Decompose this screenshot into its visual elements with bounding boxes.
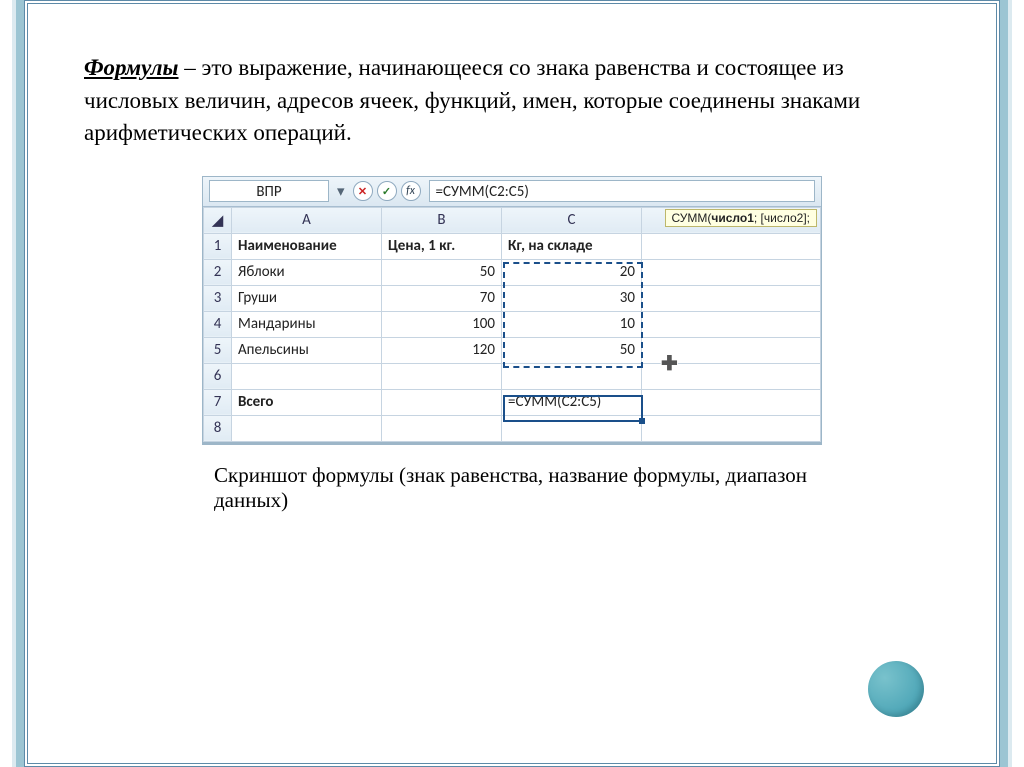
table-row: 2 Яблоки 50 20 xyxy=(204,259,821,285)
slide-left-border xyxy=(0,0,24,767)
table-row: 5 Апельсины 120 50 xyxy=(204,337,821,363)
col-header-B[interactable]: B xyxy=(382,207,502,233)
table-heading[interactable]: Наименование xyxy=(232,233,382,259)
accept-icon[interactable]: ✓ xyxy=(377,181,397,201)
cell[interactable]: 10 xyxy=(502,311,642,337)
cancel-icon[interactable]: ✕ xyxy=(353,181,373,201)
formula-input[interactable]: =СУММ(C2:C5) xyxy=(429,180,815,202)
cell[interactable]: 100 xyxy=(382,311,502,337)
cell[interactable]: Апельсины xyxy=(232,337,382,363)
table-row: 4 Мандарины 100 10 xyxy=(204,311,821,337)
formula-bar: ВПР ▾ ✕ ✓ fx =СУММ(C2:C5) xyxy=(203,177,821,207)
cell[interactable]: 50 xyxy=(502,337,642,363)
table-heading[interactable]: Кг, на складе xyxy=(502,233,642,259)
fill-handle[interactable] xyxy=(639,418,645,424)
table-heading[interactable]: Цена, 1 кг. xyxy=(382,233,502,259)
cursor-plus-icon: ✚ xyxy=(661,351,678,376)
cell[interactable]: 70 xyxy=(382,285,502,311)
cell[interactable]: Груши xyxy=(232,285,382,311)
total-label-cell[interactable]: Всего xyxy=(232,389,382,415)
name-box[interactable]: ВПР xyxy=(209,180,329,202)
cell[interactable]: Мандарины xyxy=(232,311,382,337)
cell[interactable]: 120 xyxy=(382,337,502,363)
select-all-corner[interactable]: ◢ xyxy=(204,207,232,233)
definition-paragraph: Формулы – это выражение, начинающееся со… xyxy=(84,52,940,150)
excel-screenshot: ВПР ▾ ✕ ✓ fx =СУММ(C2:C5) СУММ(число1; [… xyxy=(202,176,822,445)
col-header-A[interactable]: A xyxy=(232,207,382,233)
active-formula-cell[interactable]: =СУММ(C2:C5) xyxy=(502,389,642,415)
cell[interactable]: Яблоки xyxy=(232,259,382,285)
col-header-C[interactable]: C xyxy=(502,207,642,233)
cell[interactable]: 50 xyxy=(382,259,502,285)
accent-circle-icon xyxy=(868,661,924,717)
definition-text: – это выражение, начинающееся со знака р… xyxy=(84,55,860,145)
name-box-dropdown-icon[interactable]: ▾ xyxy=(337,182,345,201)
spreadsheet-grid[interactable]: ◢ A B C 1 Наименование Цена, 1 кг. Кг, н… xyxy=(203,207,821,442)
slide-body: Формулы – это выражение, начинающееся со… xyxy=(24,0,1000,767)
screenshot-caption: Скриншот формулы (знак равенства, назван… xyxy=(214,463,884,513)
cell[interactable]: 30 xyxy=(502,285,642,311)
fx-icon[interactable]: fx xyxy=(401,181,421,201)
definition-term: Формулы xyxy=(84,55,179,80)
slide-right-border xyxy=(1000,0,1024,767)
table-row: 3 Груши 70 30 xyxy=(204,285,821,311)
function-tooltip: СУММ(число1; [число2]; xyxy=(665,209,818,227)
row-header[interactable]: 1 xyxy=(204,233,232,259)
cell[interactable]: 20 xyxy=(502,259,642,285)
